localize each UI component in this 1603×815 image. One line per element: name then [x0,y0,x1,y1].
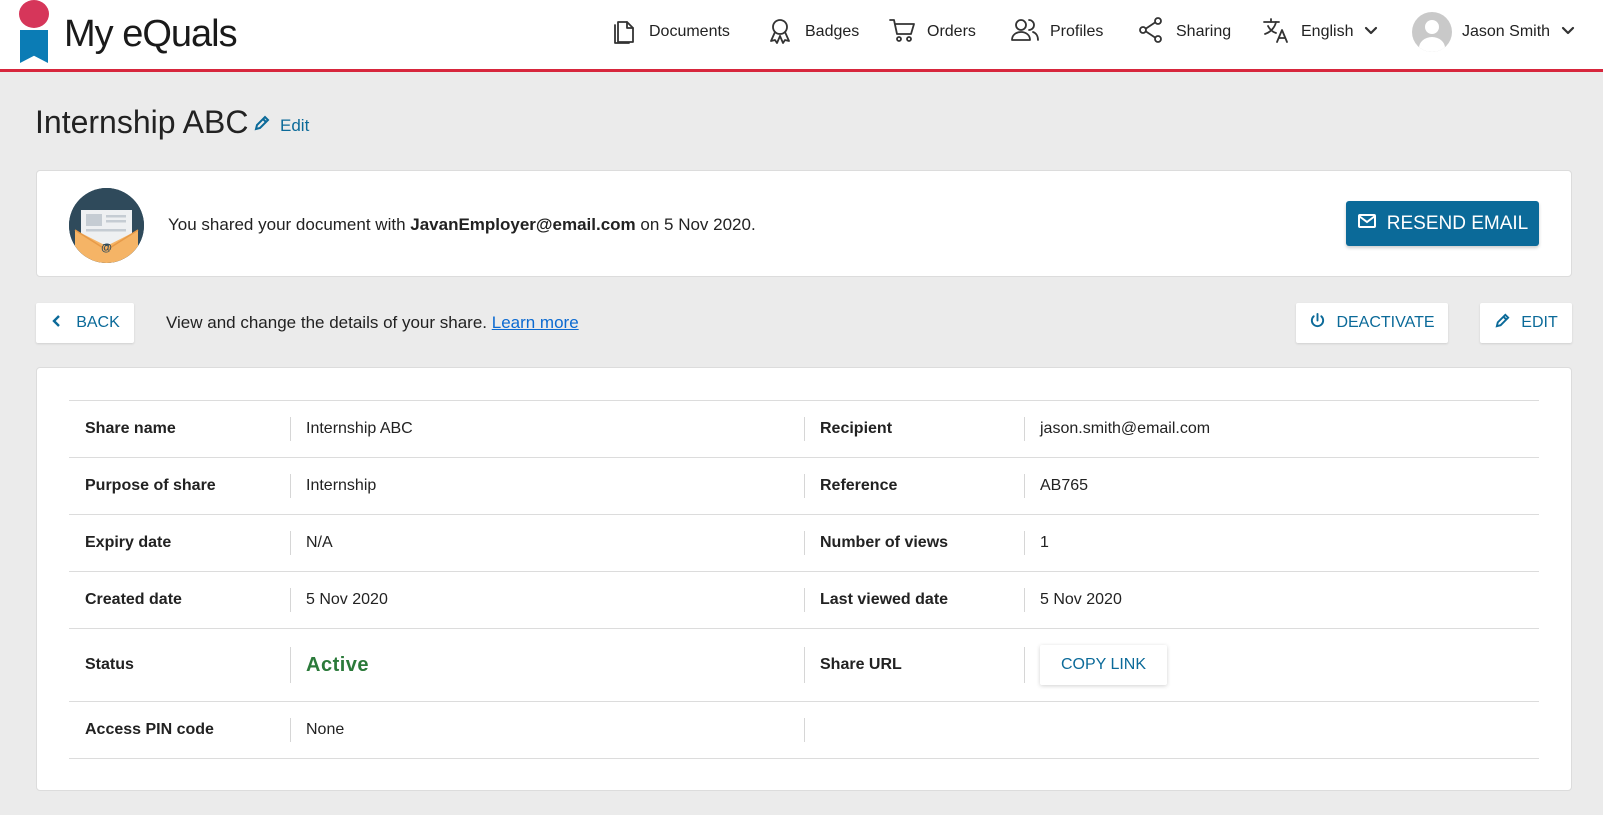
table-row: Status Active Share URL COPY LINK [69,629,1539,702]
recipient-value: jason.smith@email.com [1040,420,1211,437]
pencil-icon [253,114,271,137]
expiry-date-value: N/A [306,534,333,551]
language-selector[interactable]: English [1261,0,1379,64]
logo-mark-icon [19,0,49,64]
access-pin-value: None [306,721,345,738]
copy-link-button[interactable]: COPY LINK [1040,645,1167,685]
cart-icon [887,15,917,50]
mail-icon [1357,211,1377,237]
purpose-value: Internship [306,477,377,494]
nav-profiles-label: Profiles [1050,23,1104,40]
translate-icon [1261,15,1291,50]
status-badge: Active [306,653,370,676]
people-icon [1010,15,1040,50]
copy-link-wrapper: COPY LINK [1040,629,1167,701]
table-row: Access PIN code None [69,702,1539,759]
user-name: Jason Smith [1462,23,1551,40]
nav-badges-label: Badges [805,23,860,40]
brand-logo[interactable]: My eQuals [19,0,238,64]
views-value: 1 [1040,534,1049,551]
edit-share-button[interactable]: EDIT [1480,303,1572,343]
chevron-down-icon [1560,22,1576,43]
reference-label: Reference [820,477,898,494]
share-notice-card: @ You shared your document with JavanEmp… [36,170,1572,277]
title-edit-link[interactable]: Edit [253,114,309,137]
table-row: Purpose of share Internship Reference AB… [69,458,1539,515]
power-icon [1309,312,1326,334]
table-row: Expiry date N/A Number of views 1 [69,515,1539,572]
chevron-left-icon [50,314,64,333]
purpose-label: Purpose of share [85,477,216,494]
chevron-down-icon [1363,22,1379,43]
documents-icon [609,15,639,50]
avatar [1412,12,1452,52]
last-viewed-label: Last viewed date [820,591,949,608]
table-row: Created date 5 Nov 2020 Last viewed date… [69,572,1539,629]
share-icon [1136,15,1166,50]
page-title: Internship ABC [35,104,249,140]
back-label: BACK [76,314,120,331]
nav-orders[interactable]: Orders [887,0,976,64]
views-label: Number of views [820,534,949,551]
nav-documents[interactable]: Documents [609,0,730,64]
resend-email-button[interactable]: RESEND EMAIL [1346,201,1539,246]
nav-sharing-label: Sharing [1176,23,1232,40]
user-menu[interactable]: Jason Smith [1412,0,1576,64]
recipient-email: JavanEmployer@email.com [410,215,636,234]
status-label: Status [85,656,134,673]
brand-name: My eQuals [64,12,238,55]
table-row: Share name Internship ABC Recipient jaso… [69,401,1539,458]
share-details-table: Share name Internship ABC Recipient jaso… [69,400,1539,759]
learn-more-link[interactable]: Learn more [492,313,579,332]
mail-illustration-icon: @ [69,188,144,263]
deactivate-label: DEACTIVATE [1336,314,1435,331]
back-button[interactable]: BACK [36,303,134,343]
top-bar: My eQuals Documents Badges Orders Profil… [0,0,1603,72]
nav-documents-label: Documents [649,23,730,40]
share-description: View and change the details of your shar… [166,313,579,332]
share-notice-text: You shared your document with JavanEmplo… [168,215,756,234]
reference-value: AB765 [1040,477,1089,494]
share-name-value: Internship ABC [306,420,413,437]
last-viewed-value: 5 Nov 2020 [1040,591,1122,608]
edit-share-label: EDIT [1521,314,1558,331]
created-date-value: 5 Nov 2020 [306,591,388,608]
resend-email-label: RESEND EMAIL [1386,212,1529,234]
title-edit-label: Edit [280,115,310,135]
access-pin-label: Access PIN code [85,721,214,738]
pencil-icon [1494,312,1511,334]
share-details-card: Share name Internship ABC Recipient jaso… [36,367,1572,791]
created-date-label: Created date [85,591,182,608]
badge-icon [765,15,795,50]
svg-text:@: @ [101,242,112,254]
nav-badges[interactable]: Badges [765,0,859,64]
expiry-date-label: Expiry date [85,534,172,551]
share-name-label: Share name [85,420,176,437]
nav-orders-label: Orders [927,23,976,40]
language-label: English [1301,23,1354,40]
share-url-label: Share URL [820,656,902,673]
deactivate-button[interactable]: DEACTIVATE [1296,303,1448,343]
nav-profiles[interactable]: Profiles [1010,0,1103,64]
recipient-label: Recipient [820,420,893,437]
nav-sharing[interactable]: Sharing [1136,0,1231,64]
